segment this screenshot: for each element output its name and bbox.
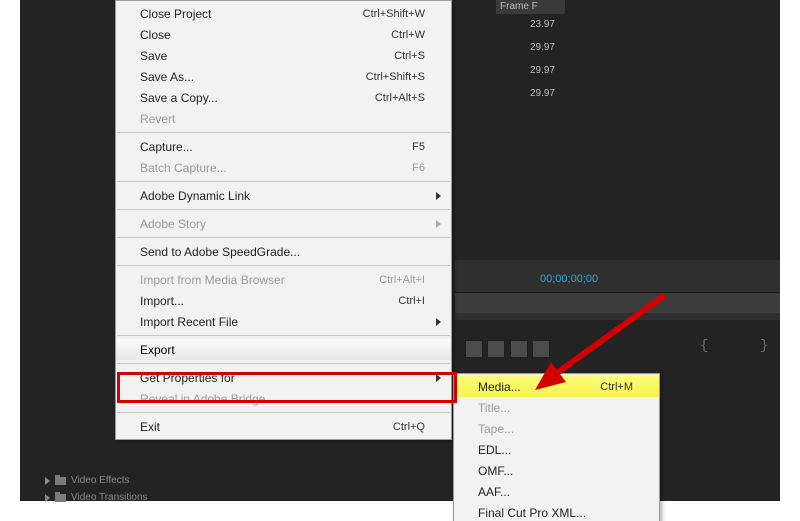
folder-icon (55, 494, 66, 502)
brace-right: } (760, 338, 768, 354)
menu-separator (117, 363, 450, 364)
submenu-item-tape: Tape... (454, 418, 659, 439)
frame-column-header: Frame F (495, 0, 565, 14)
file-menu: Close ProjectCtrl+Shift+W CloseCtrl+W Sa… (115, 0, 452, 440)
menu-item-speedgrade[interactable]: Send to Adobe SpeedGrade... (116, 241, 451, 262)
sidebar-item-video-effects[interactable]: Video Effects (45, 475, 130, 486)
frame-value: 23.97 (505, 19, 555, 30)
menu-item-capture[interactable]: Capture...F5 (116, 136, 451, 157)
frame-value: 29.97 (505, 42, 555, 53)
chevron-right-icon (436, 318, 441, 326)
chevron-right-icon (45, 477, 50, 485)
timeline-ruler (455, 293, 780, 313)
menu-item-label: Export (140, 343, 175, 357)
folder-icon (55, 477, 66, 485)
tool-icon[interactable] (465, 340, 483, 358)
sidebar-item-label: Video Transitions (71, 492, 148, 503)
frame-value: 29.97 (505, 88, 555, 99)
submenu-item-title: Title... (454, 397, 659, 418)
menu-item-exit[interactable]: ExitCtrl+Q (116, 416, 451, 437)
submenu-item-omf[interactable]: OMF... (454, 460, 659, 481)
sidebar-item-video-transitions[interactable]: Video Transitions (45, 492, 148, 503)
timecode-display: 00;00;00;00 (540, 273, 598, 285)
menu-separator (117, 335, 450, 336)
menu-item-close-project[interactable]: Close ProjectCtrl+Shift+W (116, 3, 451, 24)
menu-item-adobe-story: Adobe Story (116, 213, 451, 234)
menu-separator (117, 209, 450, 210)
chevron-right-icon (45, 494, 50, 502)
tool-icon[interactable] (487, 340, 505, 358)
menu-separator (117, 265, 450, 266)
chevron-right-icon (436, 192, 441, 200)
tool-icon[interactable] (510, 340, 528, 358)
submenu-item-fcp-xml[interactable]: Final Cut Pro XML... (454, 502, 659, 521)
submenu-item-edl[interactable]: EDL... (454, 439, 659, 460)
menu-item-get-properties[interactable]: Get Properties for (116, 367, 451, 388)
frame-value: 29.97 (505, 65, 555, 76)
submenu-item-aaf[interactable]: AAF... (454, 481, 659, 502)
chevron-right-icon (436, 220, 441, 228)
menu-item-save-as[interactable]: Save As...Ctrl+Shift+S (116, 66, 451, 87)
menu-separator (117, 132, 450, 133)
menu-item-close[interactable]: CloseCtrl+W (116, 24, 451, 45)
menu-item-save[interactable]: SaveCtrl+S (116, 45, 451, 66)
menu-item-reveal-bridge: Reveal in Adobe Bridge... (116, 388, 451, 409)
menu-item-save-copy[interactable]: Save a Copy...Ctrl+Alt+S (116, 87, 451, 108)
menu-separator (117, 237, 450, 238)
submenu-item-media[interactable]: Media...Ctrl+M (454, 376, 659, 397)
menu-item-import-recent[interactable]: Import Recent File (116, 311, 451, 332)
menu-separator (117, 181, 450, 182)
menu-separator (117, 412, 450, 413)
menu-item-batch-capture: Batch Capture...F6 (116, 157, 451, 178)
brace-left: { (700, 338, 708, 354)
chevron-right-icon (436, 374, 441, 382)
tool-icon[interactable] (532, 340, 550, 358)
export-submenu: Media...Ctrl+M Title... Tape... EDL... O… (453, 373, 660, 521)
menu-item-revert: Revert (116, 108, 451, 129)
sidebar-item-label: Video Effects (71, 475, 130, 486)
menu-item-export[interactable]: Export (116, 339, 451, 360)
menu-item-import-browser: Import from Media BrowserCtrl+Alt+I (116, 269, 451, 290)
menu-item-dynamic-link[interactable]: Adobe Dynamic Link (116, 185, 451, 206)
menu-item-import[interactable]: Import...Ctrl+I (116, 290, 451, 311)
